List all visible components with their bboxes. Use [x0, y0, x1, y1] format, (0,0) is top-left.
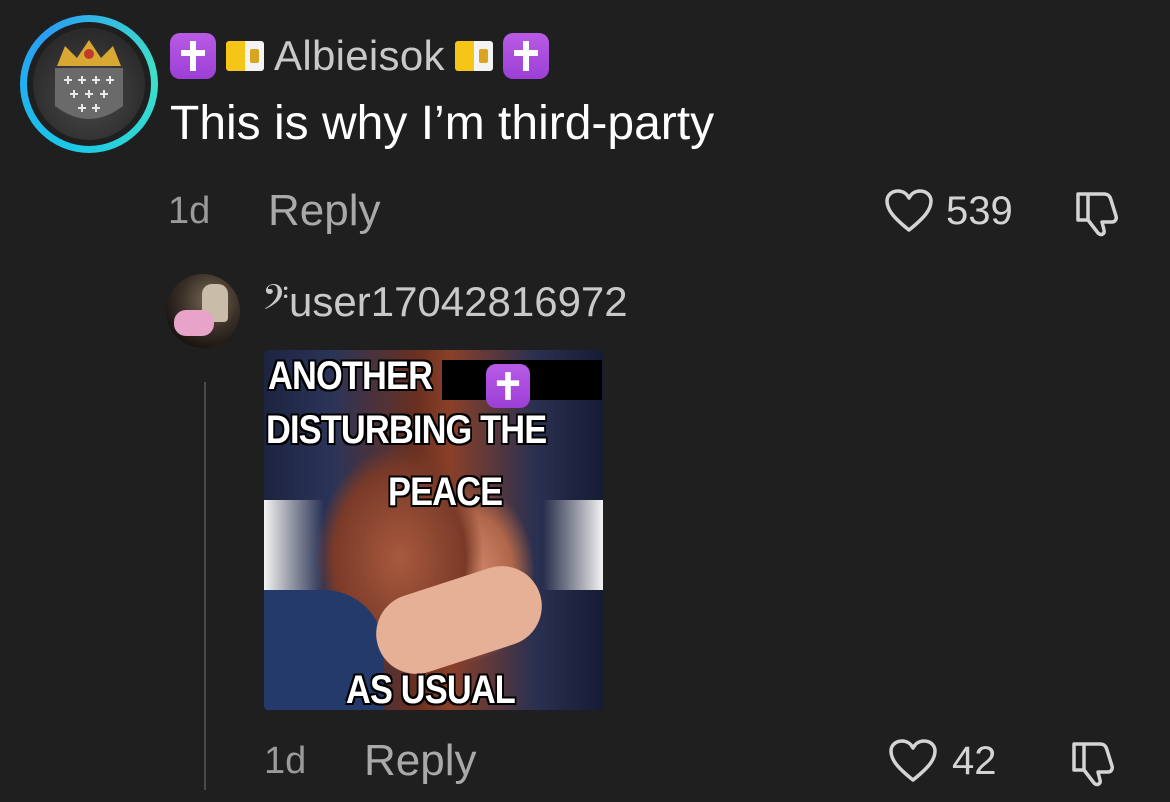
heart-outline-icon	[889, 739, 937, 782]
meme-image[interactable]: ANOTHER DISTURBING THE PEACE AS USUAL	[264, 350, 603, 710]
like-button[interactable]: 539	[884, 188, 1013, 234]
comment-username[interactable]: Albieisok	[274, 32, 445, 80]
crowned-shield-avatar-icon	[55, 40, 123, 119]
heart-outline-icon	[885, 189, 933, 232]
meme-caption-line: PEACE	[388, 470, 503, 514]
comment-timestamp: 1d	[168, 190, 211, 232]
dislike-button[interactable]	[1070, 188, 1126, 243]
reply-avatar[interactable]	[166, 274, 240, 348]
reply-timestamp: 1d	[264, 740, 307, 782]
meme-caption-line: AS USUAL	[346, 668, 516, 710]
like-button[interactable]: 42	[888, 738, 997, 784]
comment-text: This is why I’m third-party	[170, 97, 715, 150]
meme-caption-line: DISTURBING THE	[266, 408, 547, 452]
meme-caption-line: ANOTHER	[268, 354, 433, 398]
comment: Albieisok This is why I’m third-party 1d…	[0, 0, 1170, 260]
username-row: Albieisok	[170, 28, 549, 84]
thumbs-down-icon	[1072, 742, 1114, 787]
reply-button[interactable]: Reply	[268, 186, 381, 236]
avatar-story-ring[interactable]	[20, 15, 158, 153]
like-count: 539	[946, 188, 1013, 233]
thumbs-down-icon	[1076, 192, 1118, 237]
reply-username[interactable]: 𝄢user17042816972	[262, 278, 628, 327]
cross-icon	[170, 33, 216, 79]
avatar	[33, 28, 145, 140]
like-count: 42	[952, 738, 997, 783]
thread-line	[204, 382, 206, 790]
reply-button[interactable]: Reply	[364, 736, 477, 786]
vatican-flag-icon	[454, 41, 493, 71]
cross-icon	[502, 33, 549, 79]
dislike-button[interactable]	[1066, 738, 1122, 793]
vatican-flag-icon	[226, 41, 264, 71]
